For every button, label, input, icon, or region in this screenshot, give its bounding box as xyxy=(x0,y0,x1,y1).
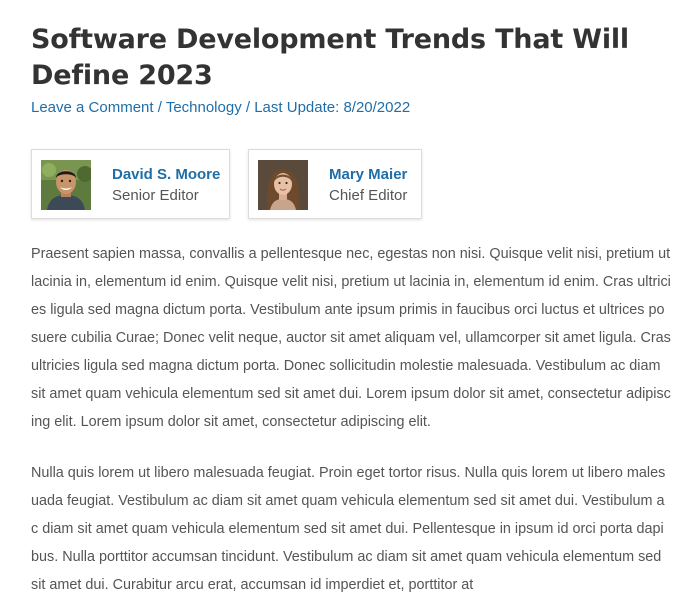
meta-separator: / xyxy=(241,99,255,116)
author-role: Senior Editor xyxy=(112,187,199,204)
female-portrait-icon xyxy=(258,160,308,210)
last-update: Last Update: 8/20/2022 xyxy=(254,99,411,116)
author-role: Chief Editor xyxy=(329,187,408,204)
article-meta: Leave a Comment / Technology / Last Upda… xyxy=(31,98,410,118)
author-name[interactable]: Mary Maier xyxy=(329,165,407,185)
leave-comment-link[interactable]: Leave a Comment xyxy=(31,99,154,116)
author-card[interactable]: Mary Maier Chief Editor xyxy=(248,149,422,219)
male-portrait-icon xyxy=(41,160,91,210)
author-card[interactable]: David S. Moore Senior Editor xyxy=(31,149,230,219)
article-title: Software Development Trends That Will De… xyxy=(31,24,629,91)
body-paragraph: Praesent sapien massa, convallis a pelle… xyxy=(31,246,671,430)
author-name[interactable]: David S. Moore xyxy=(112,165,220,185)
meta-separator: / xyxy=(153,99,166,116)
body-paragraph: Nulla quis lorem ut libero malesuada feu… xyxy=(31,465,666,593)
category-link[interactable]: Technology xyxy=(166,99,242,116)
